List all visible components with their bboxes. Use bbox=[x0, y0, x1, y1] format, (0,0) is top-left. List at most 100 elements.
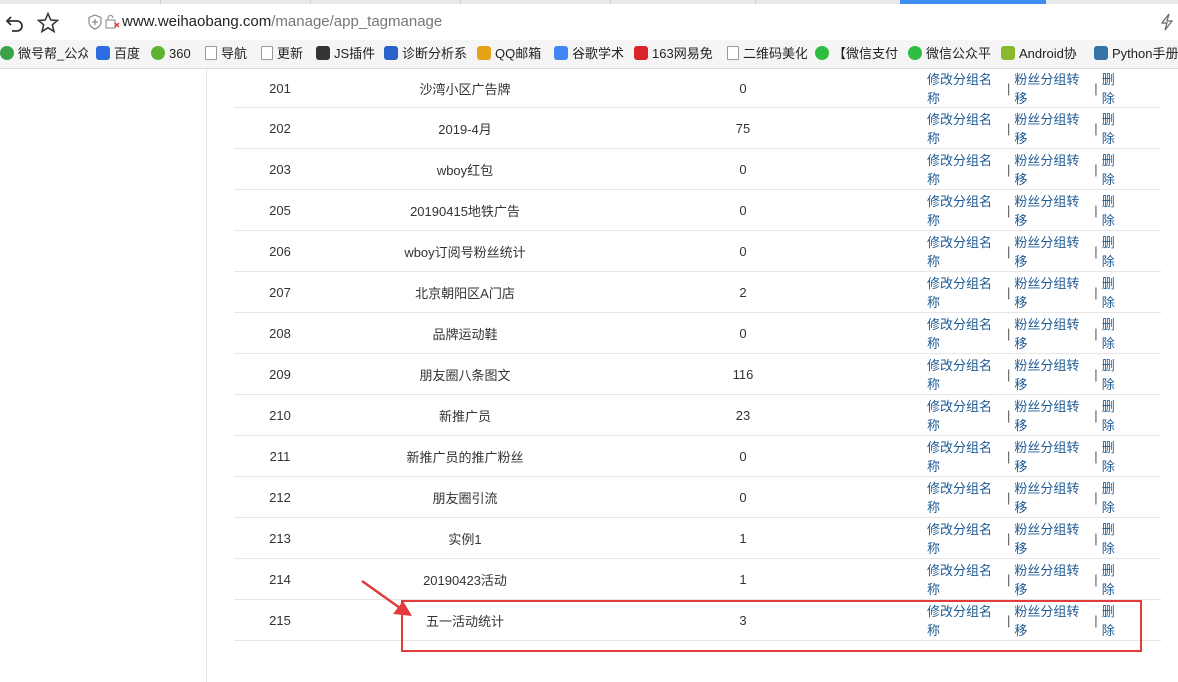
tag-name-cell: 2019-4月 bbox=[326, 108, 604, 148]
row-actions: 修改分组名称 | 粉丝分组转移 | 删除 bbox=[927, 149, 1127, 189]
table-row: 209 朋友圈八条图文 116 修改分组名称 | 粉丝分组转移 | 删除 bbox=[234, 354, 1161, 395]
rename-group-link[interactable]: 修改分组名称 bbox=[927, 437, 1003, 475]
transfer-fans-link[interactable]: 粉丝分组转移 bbox=[1014, 396, 1090, 434]
table-row: 213 实例1 1 修改分组名称 | 粉丝分组转移 | 删除 bbox=[234, 518, 1161, 559]
delete-link[interactable]: 删除 bbox=[1102, 314, 1127, 352]
rename-group-link[interactable]: 修改分组名称 bbox=[927, 478, 1003, 516]
rename-group-link[interactable]: 修改分组名称 bbox=[927, 69, 1003, 107]
bookmark-item[interactable]: 二维码美化 bbox=[727, 45, 807, 63]
row-actions: 修改分组名称 | 粉丝分组转移 | 删除 bbox=[927, 436, 1127, 476]
delete-link[interactable]: 删除 bbox=[1102, 560, 1127, 598]
table-row: 212 朋友圈引流 0 修改分组名称 | 粉丝分组转移 | 删除 bbox=[234, 477, 1161, 518]
transfer-fans-link[interactable]: 粉丝分组转移 bbox=[1014, 437, 1090, 475]
fan-count: 116 bbox=[732, 366, 754, 382]
fan-count: 0 bbox=[739, 448, 747, 464]
transfer-fans-link[interactable]: 粉丝分组转移 bbox=[1014, 109, 1090, 147]
action-separator: | bbox=[1094, 571, 1098, 587]
bookmark-item[interactable]: 163网易免 bbox=[634, 45, 720, 63]
lightning-icon[interactable] bbox=[1160, 13, 1174, 31]
delete-link[interactable]: 删除 bbox=[1102, 396, 1127, 434]
transfer-fans-link[interactable]: 粉丝分组转移 bbox=[1014, 150, 1090, 188]
shield-icon[interactable] bbox=[88, 14, 102, 30]
bookmark-item[interactable]: Python手册 bbox=[1094, 45, 1178, 63]
rename-group-link[interactable]: 修改分组名称 bbox=[927, 109, 1003, 147]
delete-link[interactable]: 删除 bbox=[1102, 273, 1127, 311]
bookmark-item[interactable]: JS插件 bbox=[316, 45, 378, 63]
rename-group-link[interactable]: 修改分组名称 bbox=[927, 150, 1003, 188]
bookmark-item[interactable]: 谷歌学术 bbox=[554, 45, 626, 63]
transfer-fans-link[interactable]: 粉丝分组转移 bbox=[1014, 355, 1090, 393]
delete-link[interactable]: 删除 bbox=[1102, 437, 1127, 475]
rename-group-link[interactable]: 修改分组名称 bbox=[927, 232, 1003, 270]
action-separator: | bbox=[1094, 448, 1098, 464]
action-separator: | bbox=[1006, 161, 1011, 177]
table-row: 210 新推广员 23 修改分组名称 | 粉丝分组转移 | 删除 bbox=[234, 395, 1161, 436]
rename-group-link[interactable]: 修改分组名称 bbox=[927, 273, 1003, 311]
rename-group-link[interactable]: 修改分组名称 bbox=[927, 355, 1003, 393]
delete-link[interactable]: 删除 bbox=[1102, 478, 1127, 516]
rename-group-link[interactable]: 修改分组名称 bbox=[927, 314, 1003, 352]
star-icon[interactable] bbox=[37, 12, 59, 34]
bookmark-item[interactable]: 【微信支付 bbox=[815, 45, 900, 63]
action-separator: | bbox=[1094, 284, 1098, 300]
fan-count: 0 bbox=[739, 202, 747, 218]
action-separator: | bbox=[1094, 407, 1098, 423]
bookmark-item[interactable]: 导航 bbox=[205, 45, 257, 63]
table-row: 201 沙湾小区广告牌 0 修改分组名称 | 粉丝分组转移 | 删除 bbox=[234, 69, 1161, 108]
tag-name: 品牌运动鞋 bbox=[432, 326, 498, 342]
fan-count: 0 bbox=[739, 243, 747, 259]
rename-group-link[interactable]: 修改分组名称 bbox=[927, 396, 1003, 434]
delete-link[interactable]: 删除 bbox=[1102, 109, 1127, 147]
rename-group-link[interactable]: 修改分组名称 bbox=[927, 519, 1003, 557]
bookmark-label: 微信公众平 bbox=[926, 46, 992, 61]
url-text[interactable]: www.weihaobang.com/manage/app_tagmanage bbox=[122, 13, 442, 31]
transfer-fans-link[interactable]: 粉丝分组转移 bbox=[1014, 273, 1090, 311]
bookmark-item[interactable]: 360 bbox=[151, 45, 201, 63]
tag-id-cell: 209 bbox=[234, 354, 326, 394]
transfer-fans-link[interactable]: 粉丝分组转移 bbox=[1014, 232, 1090, 270]
bookmark-item[interactable]: 更新 bbox=[261, 45, 311, 63]
transfer-fans-link[interactable]: 粉丝分组转移 bbox=[1014, 478, 1090, 516]
transfer-fans-link[interactable]: 粉丝分组转移 bbox=[1014, 519, 1090, 557]
bookmark-item[interactable]: 微号帮_公众 bbox=[0, 45, 88, 63]
delete-link[interactable]: 删除 bbox=[1102, 191, 1127, 229]
delete-link[interactable]: 删除 bbox=[1102, 355, 1127, 393]
table-row: 203 wboy红包 0 修改分组名称 | 粉丝分组转移 | 删除 bbox=[234, 149, 1161, 190]
action-separator: | bbox=[1006, 489, 1011, 505]
js-icon bbox=[316, 46, 330, 60]
fan-count-cell: 0 bbox=[604, 436, 882, 476]
python-icon bbox=[1094, 46, 1108, 60]
delete-link[interactable]: 删除 bbox=[1102, 150, 1127, 188]
delete-link[interactable]: 删除 bbox=[1102, 519, 1127, 557]
action-separator: | bbox=[1006, 120, 1011, 136]
tag-name-cell: wboy订阅号粉丝统计 bbox=[326, 231, 604, 271]
rename-group-link[interactable]: 修改分组名称 bbox=[927, 560, 1003, 598]
transfer-fans-link[interactable]: 粉丝分组转移 bbox=[1014, 314, 1090, 352]
insecure-lock-icon[interactable] bbox=[104, 14, 120, 30]
table-row: 206 wboy订阅号粉丝统计 0 修改分组名称 | 粉丝分组转移 | 删除 bbox=[234, 231, 1161, 272]
fan-count-cell: 2 bbox=[604, 272, 882, 312]
tag-id: 210 bbox=[269, 407, 291, 423]
bookmark-item[interactable]: 百度 bbox=[96, 45, 146, 63]
transfer-fans-link[interactable]: 粉丝分组转移 bbox=[1014, 191, 1090, 229]
tag-id: 203 bbox=[269, 161, 291, 177]
action-separator: | bbox=[1094, 366, 1098, 382]
bookmark-item[interactable]: QQ邮箱 bbox=[477, 45, 547, 63]
bookmark-item[interactable]: Android协 bbox=[1001, 45, 1087, 63]
wechat-icon bbox=[908, 46, 922, 60]
transfer-fans-link[interactable]: 粉丝分组转移 bbox=[1014, 69, 1090, 107]
transfer-fans-link[interactable]: 粉丝分组转移 bbox=[1014, 560, 1090, 598]
bookmark-item[interactable]: 诊断分析系 bbox=[384, 45, 470, 63]
delete-link[interactable]: 删除 bbox=[1102, 69, 1127, 107]
back-icon[interactable] bbox=[4, 13, 26, 33]
bookmark-item[interactable]: 微信公众平 bbox=[908, 45, 994, 63]
bookmark-label: 诊断分析系 bbox=[402, 46, 468, 61]
fan-count-cell: 0 bbox=[604, 231, 882, 271]
row-actions: 修改分组名称 | 粉丝分组转移 | 删除 bbox=[927, 69, 1127, 107]
row-actions: 修改分组名称 | 粉丝分组转移 | 删除 bbox=[927, 518, 1127, 558]
table-row: 208 品牌运动鞋 0 修改分组名称 | 粉丝分组转移 | 删除 bbox=[234, 313, 1161, 354]
rename-group-link[interactable]: 修改分组名称 bbox=[927, 191, 1003, 229]
action-separator: | bbox=[1094, 202, 1098, 218]
delete-link[interactable]: 删除 bbox=[1102, 232, 1127, 270]
tag-id-cell: 206 bbox=[234, 231, 326, 271]
